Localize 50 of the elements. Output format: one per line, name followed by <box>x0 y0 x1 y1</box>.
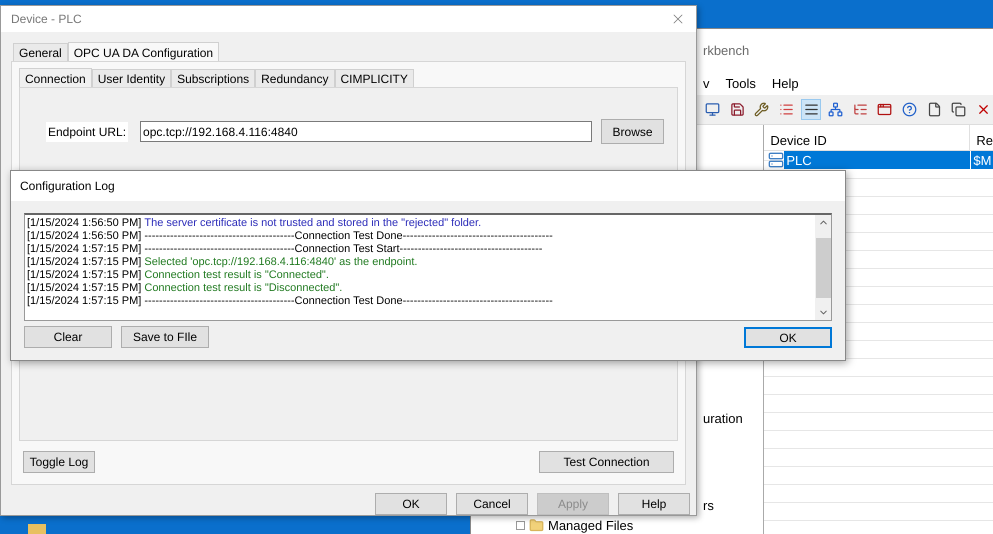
log-message: The server certificate is not trusted and stored in the "rejected" folder. <box>144 217 482 230</box>
log-timestamp: [1/15/2024 1:57:15 PM] <box>27 282 142 295</box>
log-button[interactable]: Save to FIle <box>121 326 209 348</box>
log-timestamp: [1/15/2024 1:57:15 PM] <box>27 243 142 256</box>
tab[interactable]: OPC UA DA Configuration <box>68 42 220 62</box>
menu-item[interactable]: v <box>703 74 710 94</box>
log-message: Connection test result is "Disconnected". <box>144 282 342 295</box>
log-button[interactable]: Clear <box>24 326 112 348</box>
browse-button[interactable]: Browse <box>601 119 664 144</box>
dialog-button[interactable]: Cancel <box>456 493 528 515</box>
ok-button[interactable]: OK <box>744 326 832 348</box>
menu-item[interactable]: Tools <box>726 74 756 94</box>
tab[interactable]: Subscriptions <box>171 69 256 87</box>
dialog-title: Configuration Log <box>20 178 115 195</box>
log-timestamp: [1/15/2024 1:57:15 PM] <box>27 269 142 282</box>
log-timestamp: [1/15/2024 1:57:15 PM] <box>27 295 142 308</box>
device-icon <box>768 152 784 168</box>
log-message: Selected 'opc.tcp://192.168.4.116:4840' as the endpoint. <box>144 256 418 269</box>
log-timestamp: [1/15/2024 1:57:15 PM] <box>27 256 142 269</box>
desktop-folder-icon <box>28 524 46 534</box>
dialog-title: Device - PLC <box>11 11 82 28</box>
tree-item[interactable]: rs <box>703 498 714 513</box>
test-connection-button[interactable]: Test Connection <box>539 451 674 473</box>
endpoint-url-field[interactable]: opc.tcp://192.168.4.116:4840 <box>140 121 592 142</box>
table-cell[interactable]: PLC <box>784 151 970 169</box>
toggle-log-button[interactable]: Toggle Log <box>23 451 95 473</box>
log-message: -----------------------------------------Connection Test Done----------------------------------------- <box>144 230 553 243</box>
tree-item[interactable]: Managed Files <box>548 518 634 533</box>
scrollbar-thumb[interactable] <box>816 238 830 298</box>
tab[interactable]: CIMPLICITY <box>334 69 414 87</box>
scrollbar[interactable] <box>815 215 831 320</box>
tree-item[interactable]: uration <box>703 411 743 426</box>
log-message: Connection test result is "Connected". <box>144 269 329 282</box>
log-timestamp: [1/15/2024 1:56:50 PM] <box>27 230 142 243</box>
details-list-icon[interactable] <box>801 99 822 120</box>
dialog-button[interactable]: OK <box>375 493 447 515</box>
log-message: -----------------------------------------Connection Test Done----------------------------------------- <box>144 295 553 308</box>
dialog-button[interactable]: Help <box>618 493 690 515</box>
log-message: -----------------------------------------Connection Test Start--------------------------------------- <box>144 243 542 256</box>
field-label: Endpoint URL: <box>46 122 128 142</box>
tab[interactable]: General <box>13 43 68 61</box>
tab[interactable]: Redundancy <box>255 69 335 87</box>
table-cell[interactable]: $M <box>970 151 993 169</box>
log-timestamp: [1/15/2024 1:56:50 PM] <box>27 217 142 230</box>
window-title: rkbench <box>703 42 750 60</box>
menu-item[interactable]: Help <box>772 74 799 94</box>
expander-icon[interactable] <box>516 521 525 530</box>
tab[interactable]: Connection <box>19 68 92 88</box>
tab[interactable]: User Identity <box>92 69 172 87</box>
log-text-area[interactable] <box>24 213 832 321</box>
